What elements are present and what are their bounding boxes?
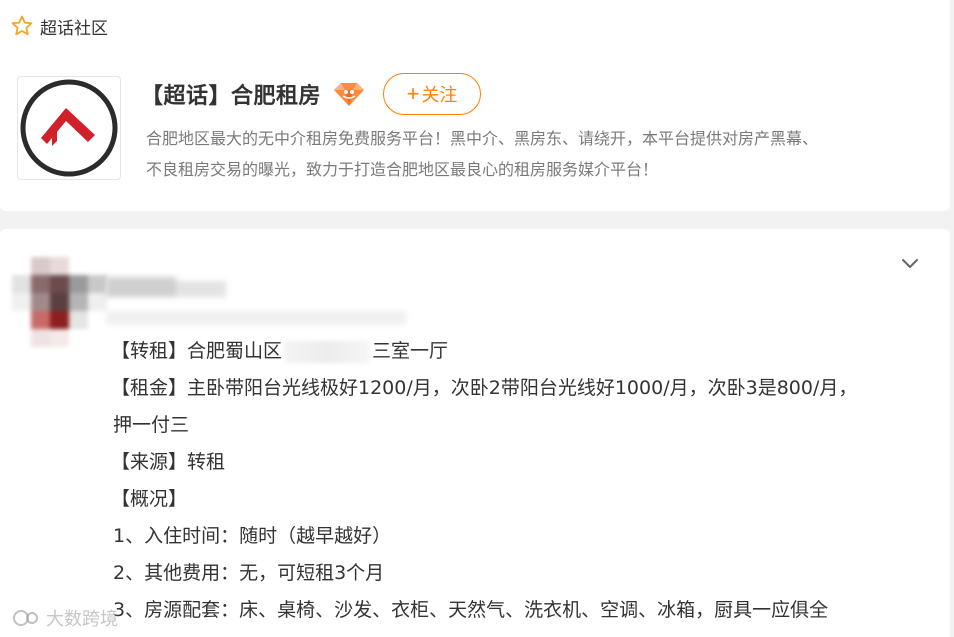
watermark-text: 大数跨境 [46, 609, 118, 630]
diamond-gem-icon [333, 81, 365, 107]
breadcrumb-label[interactable]: 超话社区 [40, 14, 108, 39]
post-line-amenities: 3、房源配套：床、桌椅、沙发、衣柜、天然气、洗衣机、空调、冰箱，厨具一应俱全 [113, 599, 829, 621]
plus-icon: + [406, 81, 420, 106]
house-roof-logo-icon [20, 79, 118, 177]
avatar[interactable] [12, 257, 107, 347]
page: 超话社区 【超话】合肥租房 + 关注 合肥地区最大的无中介租房免费服务平台！黑中… [0, 0, 954, 637]
topic-title-row: 【超话】合肥租房 + 关注 [141, 72, 482, 116]
username-redacted[interactable] [106, 267, 406, 337]
follow-button-label: 关注 [421, 85, 458, 105]
post-line-overview: 【概况】 [111, 488, 188, 510]
follow-button[interactable]: + 关注 [383, 73, 482, 115]
redacted-address [284, 340, 371, 363]
topic-logo [17, 76, 121, 180]
post-line-source: 【来源】转租 [111, 451, 226, 473]
post-text: 三室一厅 [372, 340, 449, 362]
topic-description: 合肥地区最大的无中介租房免费服务平台！黑中介、黑房东、请绕开，本平台提供对房产黑… [146, 123, 916, 185]
post-line-fees: 2、其他费用：无，可短租3个月 [113, 562, 385, 584]
post-line-payment: 押一付三 [113, 414, 190, 436]
watermark: 大数跨境 [12, 605, 118, 631]
post-body: 【转租】合肥蜀山区 三室一厅 【租金】主卧带阳台光线极好1200/月，次卧2带阳台… [111, 333, 913, 629]
post-text: 【转租】合肥蜀山区 [111, 340, 283, 362]
post-card: 【转租】合肥蜀山区 三室一厅 【租金】主卧带阳台光线极好1200/月，次卧2带阳台… [0, 229, 950, 637]
topic-description-line: 合肥地区最大的无中介租房免费服务平台！黑中介、黑房东、请绕开，本平台提供对房产黑… [146, 129, 819, 148]
post-line-move-in: 1、入住时间：随时（越早越好） [113, 525, 392, 547]
star-outline-icon [10, 14, 34, 38]
breadcrumb[interactable]: 超话社区 [10, 12, 108, 40]
topic-title[interactable]: 【超话】合肥租房 [141, 78, 321, 110]
chevron-down-icon[interactable] [898, 251, 922, 275]
post-line-sublet: 【转租】合肥蜀山区 三室一厅 [111, 333, 913, 370]
post-line-rent: 【租金】主卧带阳台光线极好1200/月，次卧2带阳台光线好1000/月，次卧3是… [111, 377, 858, 399]
topic-description-line: 不良租房交易的曝光，致力于打造合肥地区最良心的租房服务媒介平台！ [146, 160, 659, 179]
watermark-logo-icon [12, 607, 42, 629]
topic-header-card: 超话社区 【超话】合肥租房 + 关注 合肥地区最大的无中介租房免费服务平台！黑中… [0, 0, 950, 211]
